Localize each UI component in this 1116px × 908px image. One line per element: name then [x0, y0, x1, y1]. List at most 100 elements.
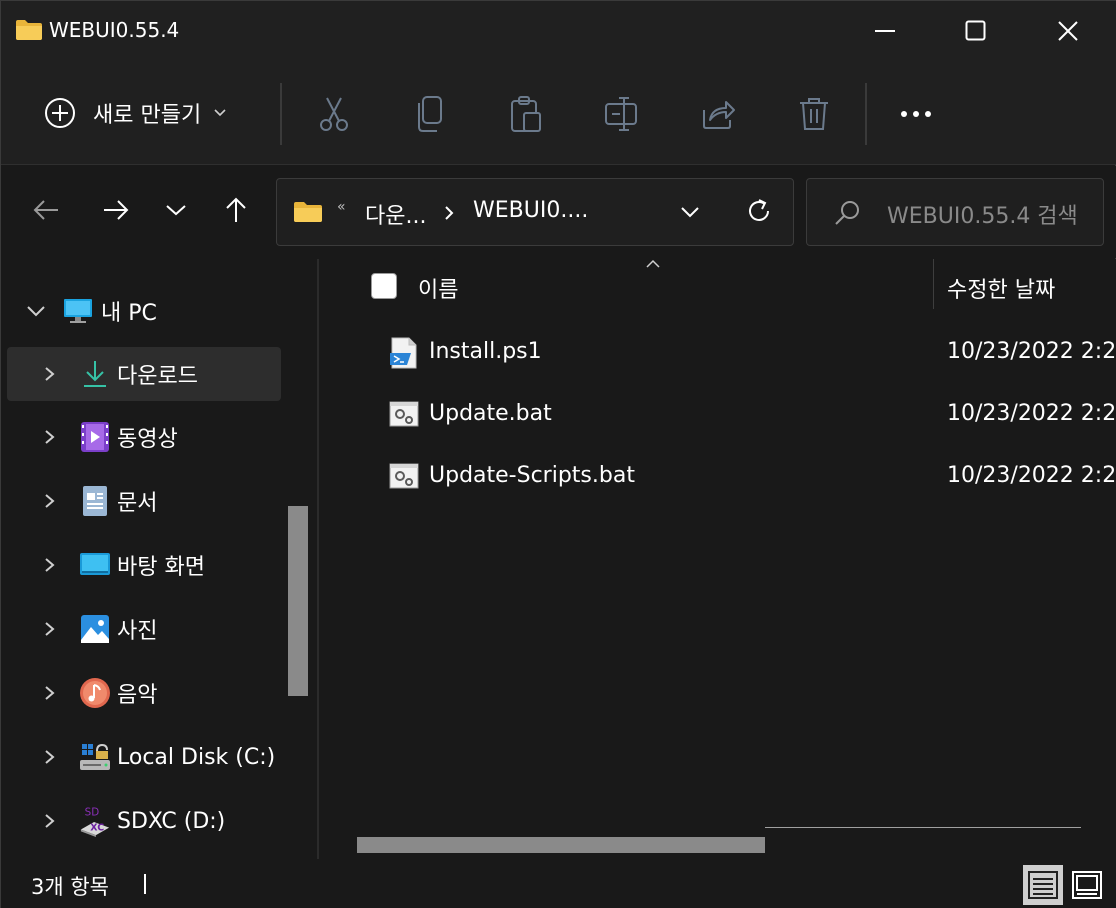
more-icon-dot [913, 111, 919, 117]
more-options-button[interactable] [891, 91, 941, 137]
details-view-icon [1028, 871, 1058, 899]
file-date-modified: 10/23/2022 2:29 [947, 401, 1116, 426]
select-all-checkbox[interactable] [371, 273, 397, 299]
forward-button[interactable] [94, 188, 138, 232]
sidebar-item-sdxc[interactable]: SD XC SDXC (D:) [7, 794, 281, 848]
details-view-button[interactable] [1023, 865, 1063, 905]
copy-icon [418, 96, 442, 132]
chevron-right-icon[interactable] [43, 619, 57, 639]
status-bar: 3개 항목 [1, 859, 1116, 908]
column-header-date-modified[interactable]: 수정한 날짜 [947, 272, 1055, 304]
sidebar-item-videos[interactable]: 동영상 [7, 410, 281, 464]
cut-icon [320, 97, 348, 131]
sidebar-item-label: 내 PC [101, 301, 157, 326]
navigation-pane: 내 PC 다운로드 동영상 문서 바탕 화면 사진 음악 Local Disk … [1, 259, 319, 859]
copy-button[interactable] [407, 91, 453, 137]
sidebar-item-music[interactable]: 음악 [7, 666, 281, 720]
address-bar[interactable]: « 다운... WEBUI0.... [276, 178, 794, 246]
large-icons-view-icon [1072, 871, 1102, 899]
folder-icon [294, 202, 322, 222]
maximize-icon [965, 20, 986, 41]
file-list-pane: 이름 수정한 날짜 Install.ps1 10/23/2022 2:29 Up… [319, 259, 1116, 859]
sidebar-item-documents[interactable]: 문서 [7, 474, 281, 528]
sidebar-item-downloads[interactable]: 다운로드 [7, 347, 281, 401]
large-icons-view-button[interactable] [1067, 865, 1107, 905]
download-icon [79, 357, 111, 391]
sidebar-item-label: Local Disk (C:) [117, 744, 276, 770]
arrow-right-icon [104, 200, 129, 220]
horizontal-scrollbar-track[interactable] [765, 827, 1081, 828]
delete-button[interactable] [791, 91, 837, 137]
file-row[interactable]: Update.bat 10/23/2022 2:29 [379, 387, 1116, 441]
sidebar-item-label: 문서 [117, 491, 158, 516]
chevron-right-icon[interactable] [43, 555, 57, 575]
file-name: Update.bat [429, 401, 552, 426]
file-name: Update-Scripts.bat [429, 463, 635, 488]
file-name: Install.ps1 [429, 339, 542, 364]
file-date-modified: 10/23/2022 2:29 [947, 339, 1116, 364]
file-date-modified: 10/23/2022 2:29 [947, 463, 1116, 488]
search-placeholder: WEBUI0.55.4 검색 [887, 204, 1078, 229]
chevron-right-icon[interactable] [43, 811, 57, 831]
chevron-down-icon[interactable] [23, 302, 49, 320]
music-icon [79, 676, 111, 710]
status-divider [144, 874, 146, 894]
chevron-right-icon[interactable] [43, 427, 57, 447]
sidebar-scrollbar-thumb[interactable] [288, 506, 308, 696]
window-title: WEBUI0.55.4 [49, 18, 180, 42]
sidebar-item-label: 음악 [117, 683, 158, 708]
sidebar-item-this-pc[interactable]: 내 PC [17, 291, 297, 331]
maximize-button[interactable] [936, 9, 1016, 53]
refresh-icon[interactable] [745, 197, 773, 225]
more-icon [901, 111, 907, 117]
chevron-down-icon[interactable] [679, 205, 701, 219]
chevron-right-icon[interactable] [43, 364, 57, 384]
sidebar-item-local-disk[interactable]: Local Disk (C:) [7, 730, 281, 784]
sidebar-item-label: 사진 [117, 619, 158, 644]
command-bar: 새로 만들기 [1, 63, 1116, 165]
new-button[interactable]: 새로 만들기 [35, 85, 257, 141]
sidebar-item-label: 다운로드 [117, 364, 198, 389]
horizontal-scrollbar-thumb[interactable] [357, 837, 765, 853]
chevron-right-icon[interactable] [43, 683, 57, 703]
cut-button[interactable] [311, 91, 357, 137]
minimize-button[interactable] [846, 9, 926, 53]
title-bar: WEBUI0.55.4 [1, 1, 1116, 63]
new-button-label: 새로 만들기 [93, 103, 202, 128]
column-divider[interactable] [933, 259, 934, 309]
share-icon [703, 101, 735, 129]
breadcrumb-overflow[interactable]: « [337, 199, 346, 215]
chevron-right-icon [445, 206, 454, 220]
up-button[interactable] [214, 188, 258, 232]
breadcrumb-downloads[interactable]: 다운... [365, 198, 426, 230]
file-row[interactable]: Update-Scripts.bat 10/23/2022 2:29 [379, 449, 1116, 503]
share-button[interactable] [695, 91, 741, 137]
chevron-down-icon [166, 205, 186, 216]
arrow-left-icon [33, 200, 58, 220]
computer-icon [64, 299, 92, 323]
close-button[interactable] [1028, 9, 1108, 53]
chevron-down-icon [214, 109, 226, 117]
sd-card-icon: SD XC [79, 804, 111, 838]
powershell-script-icon [390, 337, 417, 369]
column-header-name[interactable]: 이름 [418, 272, 458, 304]
batch-file-icon [389, 401, 419, 427]
minimize-icon [875, 30, 895, 32]
chevron-right-icon[interactable] [43, 747, 57, 767]
recent-locations-button[interactable] [154, 188, 198, 232]
chevron-right-icon[interactable] [43, 491, 57, 511]
sidebar-item-pictures[interactable]: 사진 [7, 602, 281, 656]
sidebar-item-label: 바탕 화면 [117, 555, 205, 580]
back-button[interactable] [24, 188, 68, 232]
paste-button[interactable] [503, 91, 549, 137]
sidebar-item-desktop[interactable]: 바탕 화면 [7, 538, 281, 592]
close-icon [1058, 21, 1078, 41]
plus-circle-icon [45, 98, 75, 128]
arrow-up-icon [226, 197, 246, 222]
search-icon [835, 201, 859, 225]
search-box[interactable]: WEBUI0.55.4 검색 [806, 178, 1104, 246]
rename-button[interactable] [599, 91, 645, 137]
file-row[interactable]: Install.ps1 10/23/2022 2:29 [379, 325, 1116, 379]
pictures-icon [79, 612, 111, 646]
breadcrumb-current-folder[interactable]: WEBUI0.... [473, 198, 588, 223]
